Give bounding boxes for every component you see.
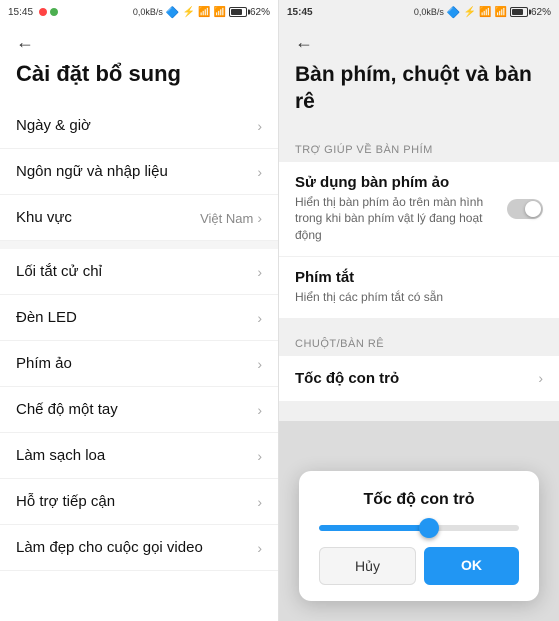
slider-fill bbox=[319, 525, 429, 531]
keyboard-item-0[interactable]: Sử dụng bàn phím ảo Hiển thị bàn phím ảo… bbox=[279, 162, 559, 256]
menu-item-0[interactable]: Ngày & giờ › bbox=[0, 103, 278, 149]
chevron-right-icon: › bbox=[257, 356, 262, 372]
left-panel: 15:45 0,0kB/s 🔷 ⚡ 📶 📶 62% ← Cài đặt bổ s… bbox=[0, 0, 279, 621]
toggle-knob bbox=[525, 201, 541, 217]
right-panel: 15:45 0,0kB/s 🔷 ⚡ 📶 📶 62% ← Bàn phím, ch… bbox=[279, 0, 559, 621]
menu-item-8[interactable]: Hỗ trợ tiếp cận › bbox=[0, 479, 278, 525]
chevron-right-icon: › bbox=[257, 118, 262, 134]
chevron-right-icon: › bbox=[538, 370, 543, 386]
left-back-button[interactable]: ← bbox=[16, 32, 34, 52]
right-status-time: 15:45 bbox=[287, 7, 313, 18]
dialog-buttons: Hủy OK bbox=[319, 547, 519, 585]
right-status-right: 0,0kB/s 🔷 ⚡ 📶 📶 62% bbox=[414, 6, 551, 19]
menu-item-5[interactable]: Phím ảo › bbox=[0, 341, 278, 387]
left-status-time: 15:45 bbox=[8, 7, 58, 18]
right-status-bar: 15:45 0,0kB/s 🔷 ⚡ 📶 📶 62% bbox=[279, 0, 559, 24]
left-battery-icon bbox=[229, 7, 247, 17]
left-page-title: Cài đặt bổ sung bbox=[0, 57, 278, 103]
left-back-bar: ← bbox=[0, 24, 278, 57]
cancel-button[interactable]: Hủy bbox=[319, 547, 416, 585]
menu-item-3[interactable]: Lối tắt cử chỉ › bbox=[0, 249, 278, 295]
dialog-overlay: Tốc độ con trỏ Hủy OK bbox=[279, 421, 559, 621]
cursor-speed-item[interactable]: Tốc độ con trỏ › bbox=[279, 356, 559, 401]
chevron-right-icon: › bbox=[257, 540, 262, 556]
right-page-title: Bàn phím, chuột và bàn rê bbox=[279, 57, 559, 132]
chevron-right-icon: › bbox=[257, 210, 262, 226]
right-battery-icon bbox=[510, 7, 528, 17]
menu-divider bbox=[0, 241, 278, 249]
menu-item-2[interactable]: Khu vực Việt Nam › bbox=[0, 195, 278, 241]
keyboard-item-1[interactable]: Phím tắt Hiển thị các phím tắt có sẵn bbox=[279, 257, 559, 318]
chevron-right-icon: › bbox=[257, 164, 262, 180]
right-back-bar: ← bbox=[279, 24, 559, 57]
ok-button[interactable]: OK bbox=[424, 547, 519, 585]
left-status-bar: 15:45 0,0kB/s 🔷 ⚡ 📶 📶 62% bbox=[0, 0, 278, 24]
cursor-speed-dialog: Tốc độ con trỏ Hủy OK bbox=[299, 471, 539, 601]
menu-item-7[interactable]: Làm sạch loa › bbox=[0, 433, 278, 479]
notification-dot2 bbox=[50, 8, 58, 16]
speed-slider-container[interactable] bbox=[319, 525, 519, 531]
menu-item-4[interactable]: Đèn LED › bbox=[0, 295, 278, 341]
chevron-right-icon: › bbox=[257, 310, 262, 326]
menu-item-1[interactable]: Ngôn ngữ và nhập liệu › bbox=[0, 149, 278, 195]
mouse-section-block: CHUỘT/BÀN RÊ Tốc độ con trỏ › bbox=[279, 326, 559, 401]
dialog-title: Tốc độ con trỏ bbox=[319, 491, 519, 509]
menu-item-6[interactable]: Chế độ một tay › bbox=[0, 387, 278, 433]
left-menu-list: Ngày & giờ › Ngôn ngữ và nhập liệu › Khu… bbox=[0, 103, 278, 621]
left-status-right: 0,0kB/s 🔷 ⚡ 📶 📶 62% bbox=[133, 6, 270, 19]
right-back-button[interactable]: ← bbox=[295, 32, 313, 52]
slider-track bbox=[319, 525, 519, 531]
chevron-right-icon: › bbox=[257, 448, 262, 464]
chevron-right-icon: › bbox=[257, 494, 262, 510]
keyboard-section-header: TRỢ GIÚP VỀ BÀN PHÍM bbox=[279, 132, 559, 162]
slider-thumb[interactable] bbox=[419, 518, 439, 538]
keyboard-section-block: TRỢ GIÚP VỀ BÀN PHÍM Sử dụng bàn phím ảo… bbox=[279, 132, 559, 318]
chevron-right-icon: › bbox=[257, 264, 262, 280]
chevron-right-icon: › bbox=[257, 402, 262, 418]
notification-dot bbox=[39, 8, 47, 16]
menu-item-9[interactable]: Làm đẹp cho cuộc gọi video › bbox=[0, 525, 278, 571]
virtual-keyboard-toggle[interactable] bbox=[507, 199, 543, 219]
mouse-section-header: CHUỘT/BÀN RÊ bbox=[279, 326, 559, 356]
